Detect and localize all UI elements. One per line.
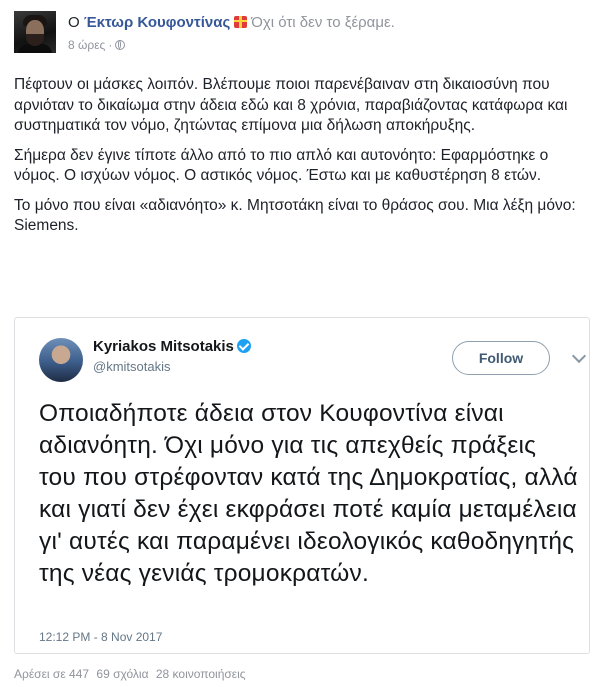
- feeling-status: Όχι ότι δεν το ξέραμε.: [251, 14, 395, 31]
- verified-badge-icon: [236, 339, 251, 353]
- follow-button[interactable]: Follow: [452, 341, 550, 375]
- meta-separator: ·: [108, 38, 113, 52]
- post-body: Πέφτουν οι μάσκες λοιπόν. Βλέπουμε ποιοι…: [14, 75, 589, 246]
- tweet-author-name[interactable]: Kyriakos Mitsotakis: [93, 338, 251, 355]
- tweet-author-avatar[interactable]: [39, 338, 83, 382]
- shares-count-link[interactable]: 28 κοινοποιήσεις: [156, 667, 246, 681]
- post-paragraph: Σήμερα δεν έγινε τίποτε άλλο από το πιο …: [14, 146, 549, 185]
- post-meta: 8 ώρες ·: [68, 38, 126, 52]
- post-timestamp-link[interactable]: 8 ώρες: [68, 38, 105, 52]
- tweet-author-handle[interactable]: @kmitsotakis: [93, 359, 171, 374]
- globe-icon[interactable]: [115, 40, 126, 50]
- post-paragraph: Το μόνο που είναι «αδιανόητο» κ. Μητσοτά…: [14, 196, 576, 235]
- chevron-down-icon[interactable]: [571, 348, 587, 364]
- embedded-tweet[interactable]: Kyriakos Mitsotakis @kmitsotakis Follow …: [14, 317, 590, 654]
- tweet-text: Οποιαδήποτε άδεια στον Κουφοντίνα είναι …: [39, 400, 578, 587]
- author-name-link[interactable]: Έκτωρ Κουφοντίνας: [84, 14, 230, 31]
- tweet-timestamp-link[interactable]: 12:12 PM - 8 Nov 2017: [39, 630, 162, 644]
- comments-count-link[interactable]: 69 σχόλια: [96, 667, 148, 681]
- post-header: Ο Έκτωρ Κουφοντίνας Όχι ότι δεν το ξέραμε…: [68, 14, 395, 31]
- author-avatar[interactable]: [14, 11, 56, 53]
- tweet-author-name-text: Kyriakos Mitsotakis: [93, 338, 234, 355]
- facebook-post: Ο Έκτωρ Κουφοντίνας Όχι ότι δεν το ξέραμε…: [0, 0, 600, 687]
- post-stats: Αρέσει σε 447 69 σχόλια 28 κοινοποιήσεις: [14, 667, 250, 681]
- post-paragraph: Πέφτουν οι μάσκες λοιπόν. Βλέπουμε ποιοι…: [14, 76, 568, 134]
- header-prefix: Ο: [68, 14, 80, 31]
- gift-icon: [234, 16, 248, 28]
- likes-count-link[interactable]: Αρέσει σε 447: [14, 667, 89, 681]
